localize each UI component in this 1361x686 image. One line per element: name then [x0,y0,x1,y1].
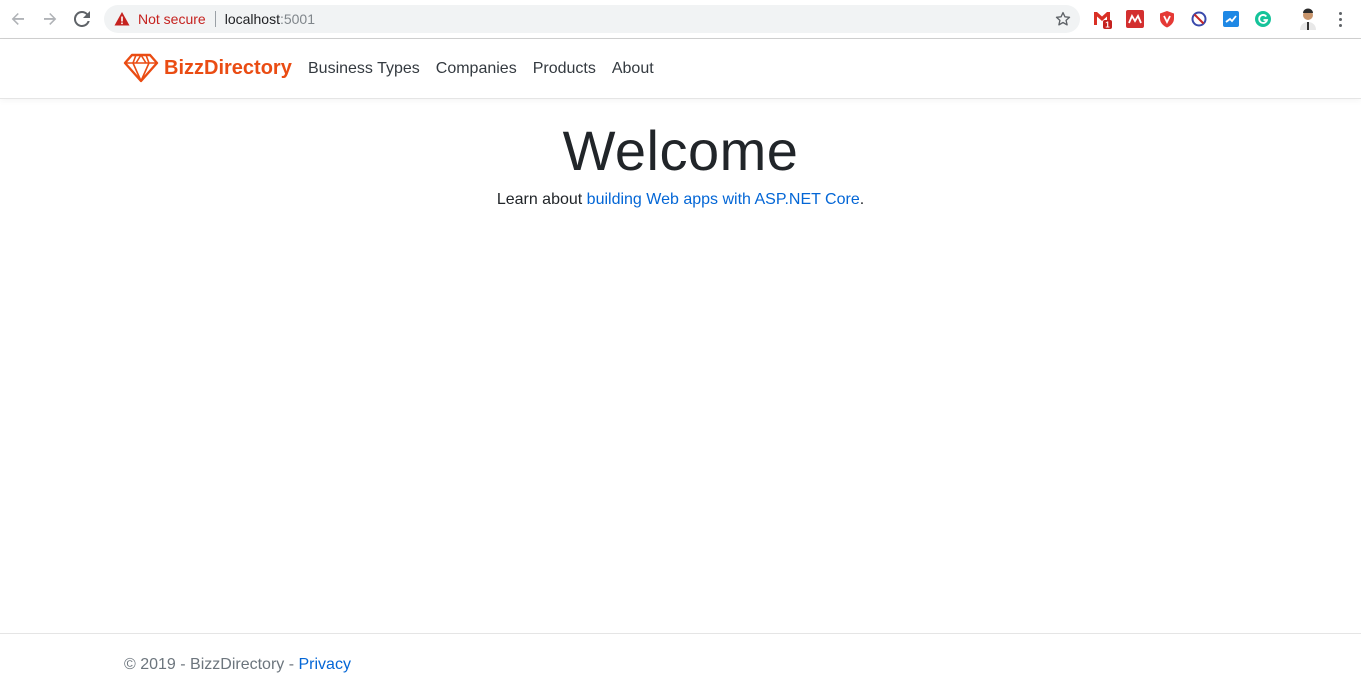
shield-icon[interactable] [1157,9,1177,29]
ext-blue-icon[interactable] [1221,9,1241,29]
footer-text: © 2019 - BizzDirectory - Privacy [124,656,351,674]
reload-button[interactable] [66,3,98,35]
page-title: Welcome [562,119,799,182]
warning-icon [114,11,130,27]
lead-paragraph: Learn about building Web apps with ASP.N… [0,191,1361,209]
copyright: © 2019 - BizzDirectory - [124,656,299,673]
lead-suffix: . [859,191,865,208]
block-icon[interactable] [1189,9,1209,29]
security-label[interactable]: Not secure [138,11,206,27]
aspnet-docs-link[interactable]: building Web apps with ASP.NET Core [587,191,860,208]
gmail-badge: 1 [1105,21,1110,30]
forward-button[interactable] [34,3,66,35]
address-bar[interactable]: Not secure localhost:5001 [104,5,1080,33]
arrow-right-icon [44,13,57,25]
brand-name: BizzDirectory [164,56,292,79]
nav-links: Business Types Companies Products About [300,39,662,99]
privacy-link[interactable]: Privacy [299,656,351,673]
back-button[interactable] [2,3,34,35]
star-icon[interactable] [1054,10,1072,28]
url-port: :5001 [279,11,316,27]
grammarly-icon[interactable] [1253,9,1273,29]
brand-link[interactable]: BizzDirectory [123,53,292,83]
divider [214,11,216,27]
avatar[interactable] [1298,8,1318,30]
lead-prefix: Learn about [496,191,587,208]
nav-link-companies[interactable]: Companies [428,60,525,78]
gmail-icon[interactable]: 1 [1093,9,1113,29]
diamond-logo-icon [123,53,159,83]
url-host: localhost [224,11,280,27]
reload-icon [74,11,90,27]
main-content: Welcome Learn about building Web apps wi… [0,100,1361,209]
site-navbar: BizzDirectory Business Types Companies P… [0,39,1361,99]
menu-icon[interactable] [1332,9,1348,29]
nav-link-about[interactable]: About [604,60,662,78]
ext-red-icon[interactable] [1125,9,1145,29]
footer: © 2019 - BizzDirectory - Privacy [0,633,1361,686]
arrow-left-icon [11,13,24,25]
nav-link-products[interactable]: Products [525,60,604,78]
browser-toolbar: Not secure localhost:5001 1 [0,0,1361,39]
nav-link-business-types[interactable]: Business Types [300,60,428,78]
